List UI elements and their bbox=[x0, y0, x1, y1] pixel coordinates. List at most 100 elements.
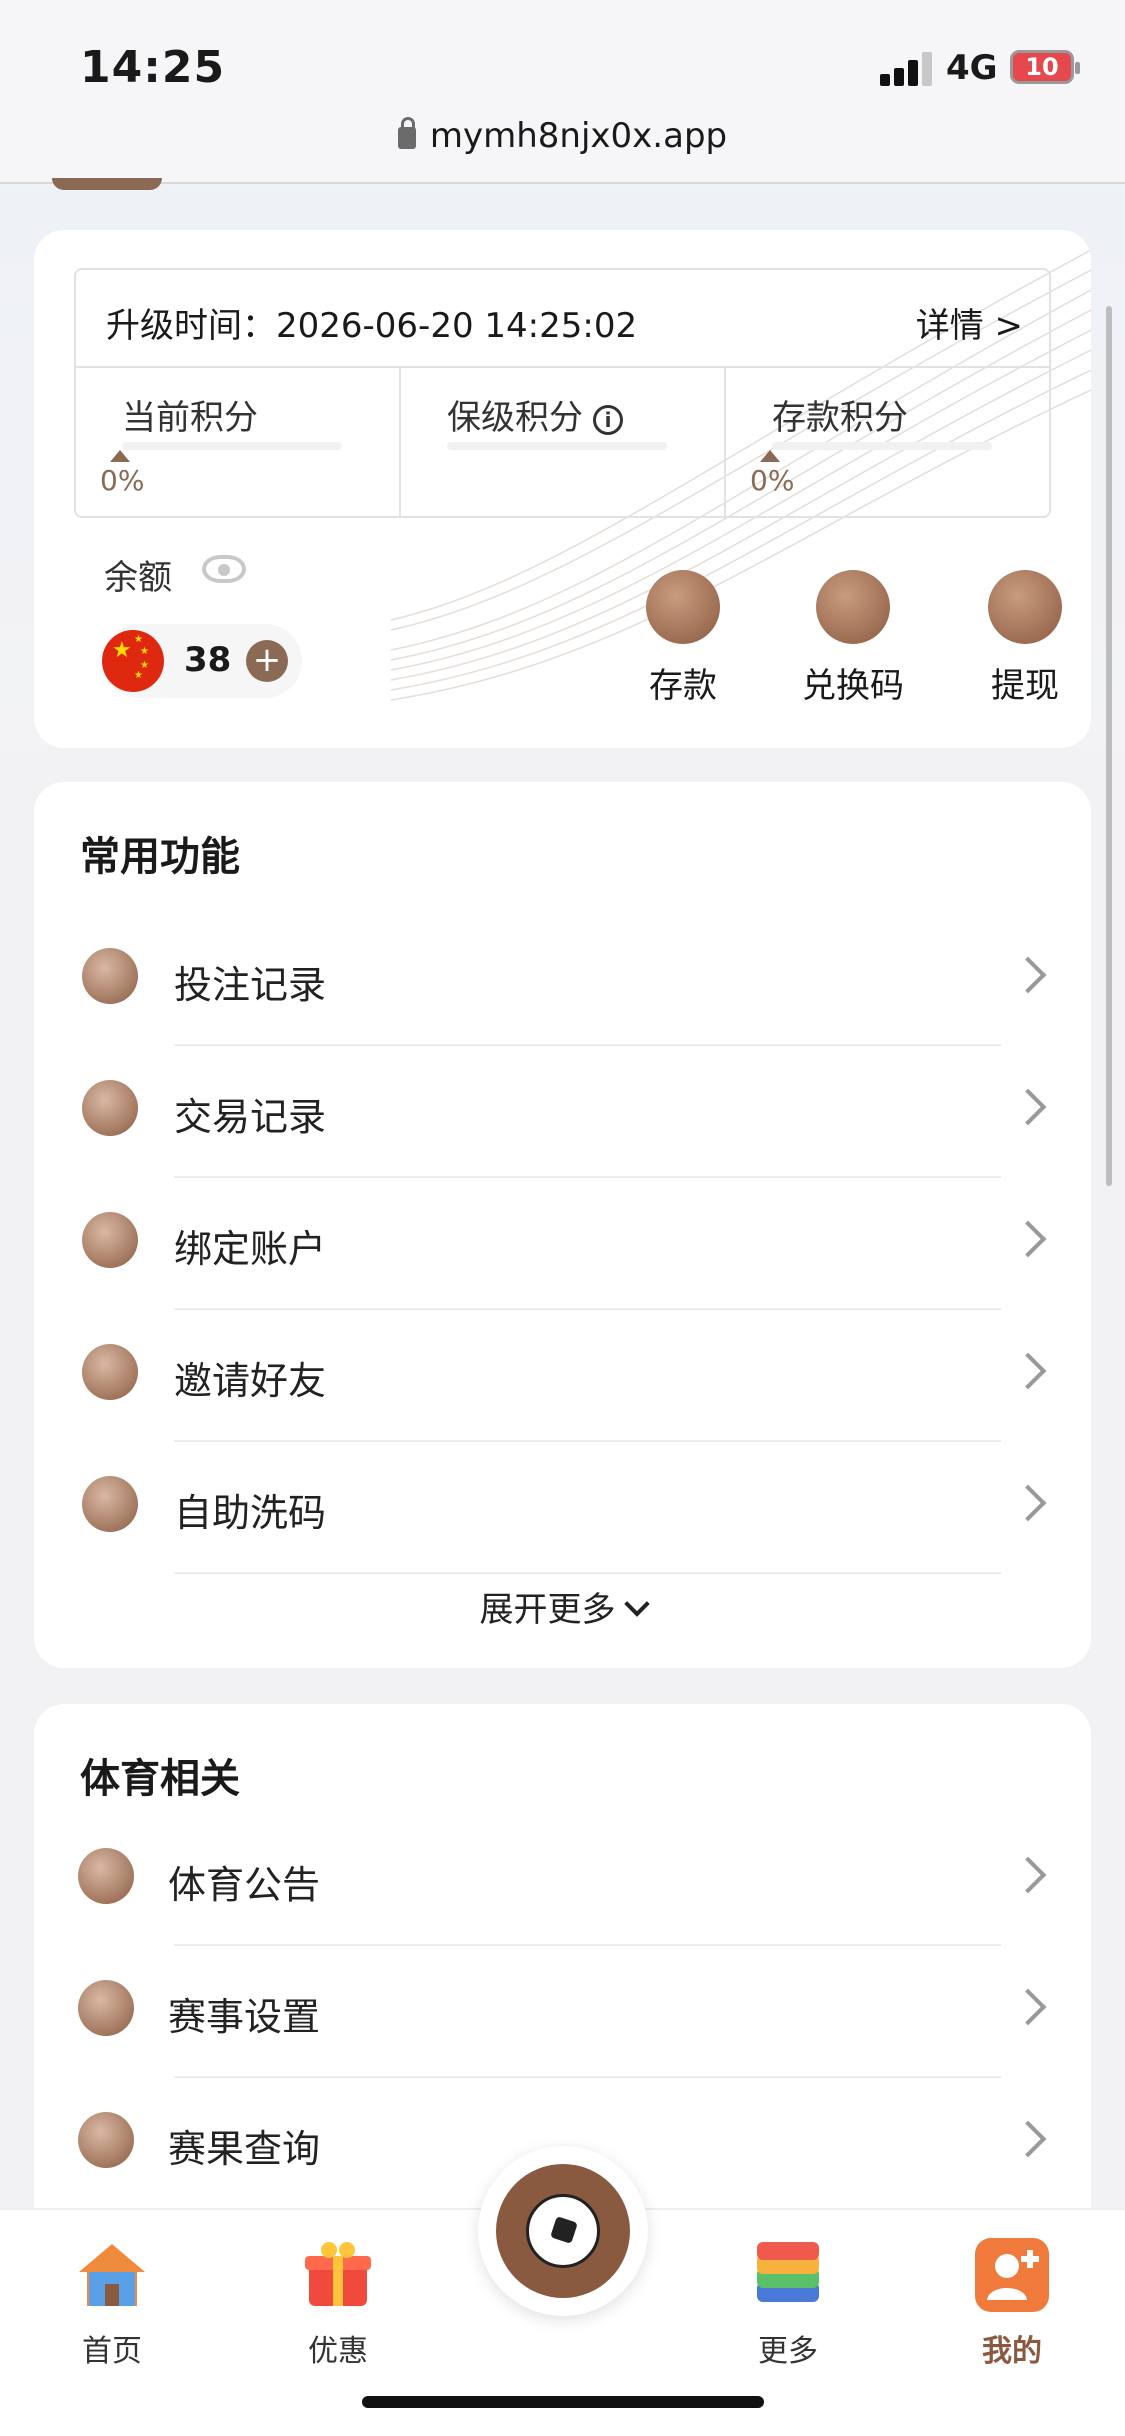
progress-bar bbox=[122, 442, 342, 450]
list-item-label: 体育公告 bbox=[168, 1863, 321, 1907]
list-item-self-rebate[interactable]: 自助洗码 bbox=[34, 1442, 1091, 1574]
notice-icon bbox=[78, 1848, 134, 1904]
withdraw-label: 提现 bbox=[991, 666, 1059, 706]
account-card: 升级时间：2026-06-20 14:25:02 详情 > 当前积分 0% 保级… bbox=[34, 230, 1091, 748]
balance-pill: ★ ★ ★ ★ ★ 38 + bbox=[102, 624, 302, 698]
upgrade-time: 升级时间：2026-06-20 14:25:02 bbox=[106, 306, 638, 346]
chevron-right-icon bbox=[1009, 1988, 1047, 2026]
tab-promotions[interactable]: 优惠 bbox=[268, 2238, 408, 2370]
metric-label: 当前积分 bbox=[122, 398, 258, 438]
chevron-right-icon bbox=[1009, 1088, 1047, 1126]
progress-marker bbox=[110, 450, 130, 462]
details-link[interactable]: 详情 > bbox=[916, 298, 1023, 347]
chip-icon bbox=[82, 1476, 138, 1532]
progress-marker bbox=[760, 450, 780, 462]
layers-icon bbox=[751, 2238, 825, 2312]
metric-percent: 0% bbox=[100, 464, 145, 497]
deposit-button[interactable]: 存款 bbox=[618, 570, 748, 707]
list-item-bet-records[interactable]: 投注记录 bbox=[34, 914, 1091, 1046]
vip-progress-panel: 升级时间：2026-06-20 14:25:02 详情 > 当前积分 0% 保级… bbox=[74, 268, 1051, 518]
person-icon bbox=[82, 1344, 138, 1400]
metric-percent: 0% bbox=[750, 464, 795, 497]
dollar-coin-icon bbox=[988, 570, 1062, 644]
status-time: 14:25 bbox=[80, 42, 226, 93]
tab-label: 首页 bbox=[82, 2334, 142, 2369]
home-indicator bbox=[362, 2396, 764, 2408]
metric-label: 存款积分 bbox=[772, 398, 908, 438]
upgrade-row: 升级时间：2026-06-20 14:25:02 详情 > bbox=[76, 270, 1049, 368]
house-icon bbox=[75, 2238, 149, 2312]
deposit-label: 存款 bbox=[649, 666, 717, 706]
status-bar: 14:25 4G 10 mymh8njx0x.app bbox=[0, 0, 1125, 184]
progress-bar bbox=[772, 442, 992, 450]
tab-more[interactable]: 更多 bbox=[718, 2238, 858, 2370]
section-title: 体育相关 bbox=[80, 1756, 240, 1802]
gear-icon bbox=[78, 1980, 134, 2036]
network-type: 4G bbox=[946, 48, 998, 88]
center-button-inner bbox=[496, 2164, 630, 2298]
center-sports-button[interactable] bbox=[478, 2146, 648, 2316]
tab-home[interactable]: 首页 bbox=[42, 2238, 182, 2370]
tab-label: 我的 bbox=[982, 2334, 1042, 2369]
tab-label: 优惠 bbox=[308, 2334, 368, 2369]
info-icon[interactable]: i bbox=[593, 405, 623, 435]
chevron-right-icon bbox=[1009, 1856, 1047, 1894]
balance-label: 余额 bbox=[104, 558, 172, 598]
list-item-match-settings[interactable]: 赛事设置 bbox=[34, 1946, 1091, 2078]
soccer-ball-icon bbox=[526, 2194, 600, 2268]
metric-current-points: 当前积分 0% bbox=[76, 368, 401, 518]
expand-more-button[interactable]: 展开更多 bbox=[34, 1582, 1091, 1631]
chevron-right-icon bbox=[1009, 1352, 1047, 1390]
withdraw-button[interactable]: 提现 bbox=[960, 570, 1090, 707]
trophy-icon bbox=[78, 2112, 134, 2168]
metric-deposit-points: 存款积分 0% bbox=[726, 368, 1053, 518]
chevron-down-icon bbox=[623, 1591, 650, 1617]
balance-amount: 38 bbox=[184, 640, 232, 680]
lock-icon bbox=[397, 117, 416, 149]
tab-mine[interactable]: 我的 bbox=[942, 2238, 1082, 2370]
wallet-icon bbox=[646, 570, 720, 644]
eye-icon[interactable] bbox=[202, 555, 246, 583]
url-text: mymh8njx0x.app bbox=[429, 116, 728, 156]
battery-icon: 10 bbox=[1010, 50, 1080, 84]
china-flag-icon: ★ ★ ★ ★ ★ bbox=[102, 630, 164, 692]
metric-label-wrap: 保级积分 i bbox=[447, 390, 623, 439]
list-item-label: 交易记录 bbox=[174, 1095, 327, 1139]
list-item-bind-account[interactable]: 绑定账户 bbox=[34, 1178, 1091, 1310]
metric-label: 保级积分 bbox=[447, 398, 583, 438]
redeem-code-label: 兑换码 bbox=[802, 666, 904, 706]
progress-bar bbox=[447, 442, 667, 450]
notepad-icon bbox=[82, 1080, 138, 1136]
tab-label: 更多 bbox=[758, 2334, 818, 2369]
redeem-code-button[interactable]: 兑换码 bbox=[788, 570, 918, 707]
section-title: 常用功能 bbox=[80, 834, 240, 880]
list-item-transaction-records[interactable]: 交易记录 bbox=[34, 1046, 1091, 1178]
chevron-right-icon bbox=[1009, 2120, 1047, 2158]
metric-retain-points: 保级积分 i bbox=[401, 368, 726, 518]
chevron-right-icon bbox=[1009, 956, 1047, 994]
scrollbar[interactable] bbox=[1106, 306, 1112, 1186]
plus-icon[interactable]: + bbox=[246, 640, 288, 682]
list-item-label: 赛果查询 bbox=[168, 2127, 321, 2171]
battery-level: 10 bbox=[1025, 53, 1059, 81]
divider bbox=[174, 1572, 1001, 1574]
expand-more-label: 展开更多 bbox=[479, 1590, 616, 1630]
clipboard-check-icon bbox=[82, 948, 138, 1004]
list-item-label: 邀请好友 bbox=[174, 1359, 327, 1403]
header-tab-edge bbox=[52, 178, 162, 190]
chevron-right-icon bbox=[1009, 1220, 1047, 1258]
list-item-label: 投注记录 bbox=[174, 963, 327, 1007]
common-functions-card: 常用功能 投注记录 交易记录 绑定账户 邀请好友 自助洗码 展开更多 bbox=[34, 782, 1091, 1668]
list-item-label: 赛事设置 bbox=[168, 1995, 321, 2039]
address-bar[interactable]: mymh8njx0x.app bbox=[0, 116, 1125, 156]
list-item-label: 自助洗码 bbox=[174, 1491, 327, 1535]
coupon-icon bbox=[816, 570, 890, 644]
chevron-right-icon bbox=[1009, 1484, 1047, 1522]
list-item-invite-friends[interactable]: 邀请好友 bbox=[34, 1310, 1091, 1442]
list-item-sports-notice[interactable]: 体育公告 bbox=[34, 1814, 1091, 1946]
gift-icon bbox=[301, 2238, 375, 2312]
cards-icon bbox=[82, 1212, 138, 1268]
add-user-icon bbox=[975, 2238, 1049, 2312]
list-item-label: 绑定账户 bbox=[174, 1227, 327, 1271]
signal-icon bbox=[880, 52, 934, 86]
